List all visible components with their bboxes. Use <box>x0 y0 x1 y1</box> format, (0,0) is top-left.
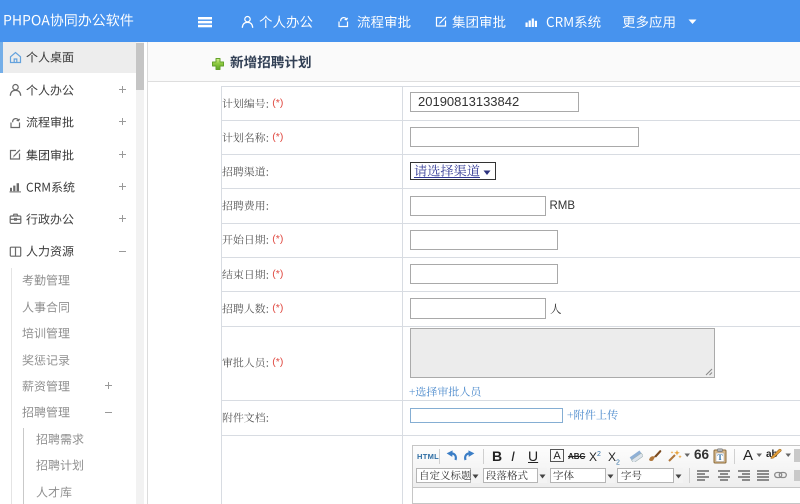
svg-text:T: T <box>717 453 723 462</box>
